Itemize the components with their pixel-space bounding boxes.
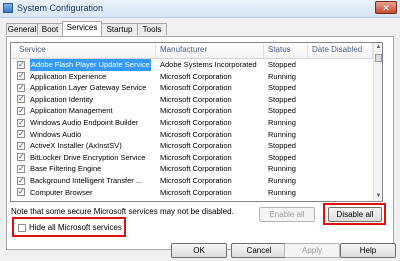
service-checkbox[interactable]: ✓ xyxy=(17,118,25,127)
service-name: BitLocker Drive Encryption Service xyxy=(30,152,146,162)
service-status: Stopped xyxy=(268,94,296,104)
apply-button[interactable]: Apply xyxy=(284,243,340,258)
tab-services[interactable]: Services xyxy=(62,21,102,36)
column-header-status[interactable]: Status xyxy=(264,43,308,58)
service-status: Running xyxy=(268,129,296,139)
service-name: ActiveX Installer (AxInstSV) xyxy=(30,141,122,151)
column-header-service[interactable]: Service xyxy=(11,43,156,58)
service-checkbox[interactable]: ✓ xyxy=(17,141,25,150)
tab-boot[interactable]: Boot xyxy=(37,23,63,35)
service-name: Application Layer Gateway Service xyxy=(30,83,147,93)
ok-button[interactable]: OK xyxy=(171,243,227,258)
window-title: System Configuration xyxy=(17,3,104,13)
table-row[interactable]: ✓ Windows Audio Endpoint Builder Microsoft… xyxy=(11,117,373,129)
service-checkbox[interactable]: ✓ xyxy=(17,176,25,185)
service-checkbox[interactable]: ✓ xyxy=(17,164,25,173)
enable-all-button[interactable]: Enable all xyxy=(259,207,315,222)
service-checkbox[interactable]: ✓ xyxy=(17,60,25,69)
service-checkbox[interactable]: ✓ xyxy=(17,95,25,104)
service-checkbox[interactable]: ✓ xyxy=(17,153,25,162)
service-status: Stopped xyxy=(268,83,296,93)
help-button[interactable]: Help xyxy=(340,243,396,258)
service-manufacturer: Microsoft Corporation xyxy=(160,176,232,185)
column-header-date-disabled[interactable]: Date Disabled xyxy=(308,43,373,58)
title-bar: System Configuration ✕ xyxy=(0,0,400,18)
service-status: Running xyxy=(268,176,296,185)
table-row[interactable]: ✓ Application Experience Microsoft Corpora… xyxy=(11,71,373,83)
service-manufacturer: Microsoft Corporation xyxy=(160,94,232,104)
close-button[interactable]: ✕ xyxy=(375,1,397,14)
scroll-thumb[interactable] xyxy=(375,54,382,62)
table-row[interactable]: ✓ BitLocker Drive Encryption Service Micro… xyxy=(11,152,373,164)
cancel-button[interactable]: Cancel xyxy=(231,243,287,258)
service-name: Adobe Flash Player Update Service xyxy=(30,59,151,71)
table-row[interactable]: ✓ Application Management Microsoft Corpora… xyxy=(11,105,373,117)
service-name: Computer Browser xyxy=(30,187,93,197)
table-row[interactable]: ✓ Computer Browser Microsoft Corporation Ru… xyxy=(11,187,373,199)
service-checkbox[interactable]: ✓ xyxy=(17,130,25,139)
table-row[interactable]: ✓ Background Intelligent Transfer ... Micr… xyxy=(11,175,373,187)
service-name: Application Experience xyxy=(30,71,107,81)
msconfig-icon xyxy=(3,3,13,13)
disable-all-highlight xyxy=(323,203,386,225)
service-status: Stopped xyxy=(268,106,296,116)
table-row[interactable]: ✓ Adobe Flash Player Update Service Adobe … xyxy=(11,59,373,71)
table-row[interactable]: ✓ Application Layer Gateway Service Micros… xyxy=(11,82,373,94)
column-header-manufacturer[interactable]: Manufacturer xyxy=(156,43,264,58)
service-checkbox[interactable]: ✓ xyxy=(17,106,25,115)
service-manufacturer: Microsoft Corporation xyxy=(160,71,232,81)
service-name: Application Identity xyxy=(30,94,93,104)
service-manufacturer: Microsoft Corporation xyxy=(160,152,232,162)
service-checkbox[interactable]: ✓ xyxy=(17,188,25,197)
service-status: Stopped xyxy=(268,60,296,69)
scroll-up-arrow-icon[interactable]: ▲ xyxy=(374,43,382,52)
service-status: Running xyxy=(268,118,296,127)
service-status: Stopped xyxy=(268,152,296,162)
list-header: Service Manufacturer Status Date Disable… xyxy=(11,43,373,59)
table-row[interactable]: ✓ Base Filtering Engine Microsoft Corporat… xyxy=(11,163,373,175)
service-name: Windows Audio xyxy=(30,129,82,139)
secure-services-note: Note that some secure Microsoft services… xyxy=(11,207,234,216)
scroll-down-arrow-icon[interactable]: ▼ xyxy=(374,192,382,201)
service-status: Running xyxy=(268,71,296,81)
service-manufacturer: Adobe Systems Incorporated xyxy=(160,60,257,69)
hide-services-highlight xyxy=(12,217,126,237)
service-manufacturer: Microsoft Corporation xyxy=(160,106,232,116)
service-name: Application Management xyxy=(30,106,113,116)
tab-startup[interactable]: Startup xyxy=(101,23,138,35)
table-row[interactable]: ✓ Windows Audio Microsoft Corporation Runni… xyxy=(11,129,373,141)
system-configuration-window: System Configuration ✕ General Boot Serv… xyxy=(0,0,400,261)
service-checkbox[interactable]: ✓ xyxy=(17,83,25,92)
service-manufacturer: Microsoft Corporation xyxy=(160,141,232,151)
service-name: Background Intelligent Transfer ... xyxy=(30,176,143,185)
service-manufacturer: Microsoft Corporation xyxy=(160,164,232,174)
service-manufacturer: Microsoft Corporation xyxy=(160,83,232,93)
vertical-scrollbar[interactable]: ▲ ▼ xyxy=(373,43,382,201)
service-name: Base Filtering Engine xyxy=(30,164,102,174)
services-list[interactable]: Service Manufacturer Status Date Disable… xyxy=(10,42,383,202)
tab-tools[interactable]: Tools xyxy=(137,23,167,35)
service-manufacturer: Microsoft Corporation xyxy=(160,187,232,197)
table-row[interactable]: ✓ ActiveX Installer (AxInstSV) Microsoft C… xyxy=(11,140,373,152)
service-status: Stopped xyxy=(268,141,296,151)
tab-general[interactable]: General xyxy=(6,23,38,35)
service-status: Running xyxy=(268,164,296,174)
service-checkbox[interactable]: ✓ xyxy=(17,72,25,81)
service-status: Running xyxy=(268,187,296,197)
service-manufacturer: Microsoft Corporation xyxy=(160,118,232,127)
service-manufacturer: Microsoft Corporation xyxy=(160,129,232,139)
table-row[interactable]: ✓ Application Identity Microsoft Corporati… xyxy=(11,94,373,106)
service-name: Windows Audio Endpoint Builder xyxy=(30,118,139,127)
